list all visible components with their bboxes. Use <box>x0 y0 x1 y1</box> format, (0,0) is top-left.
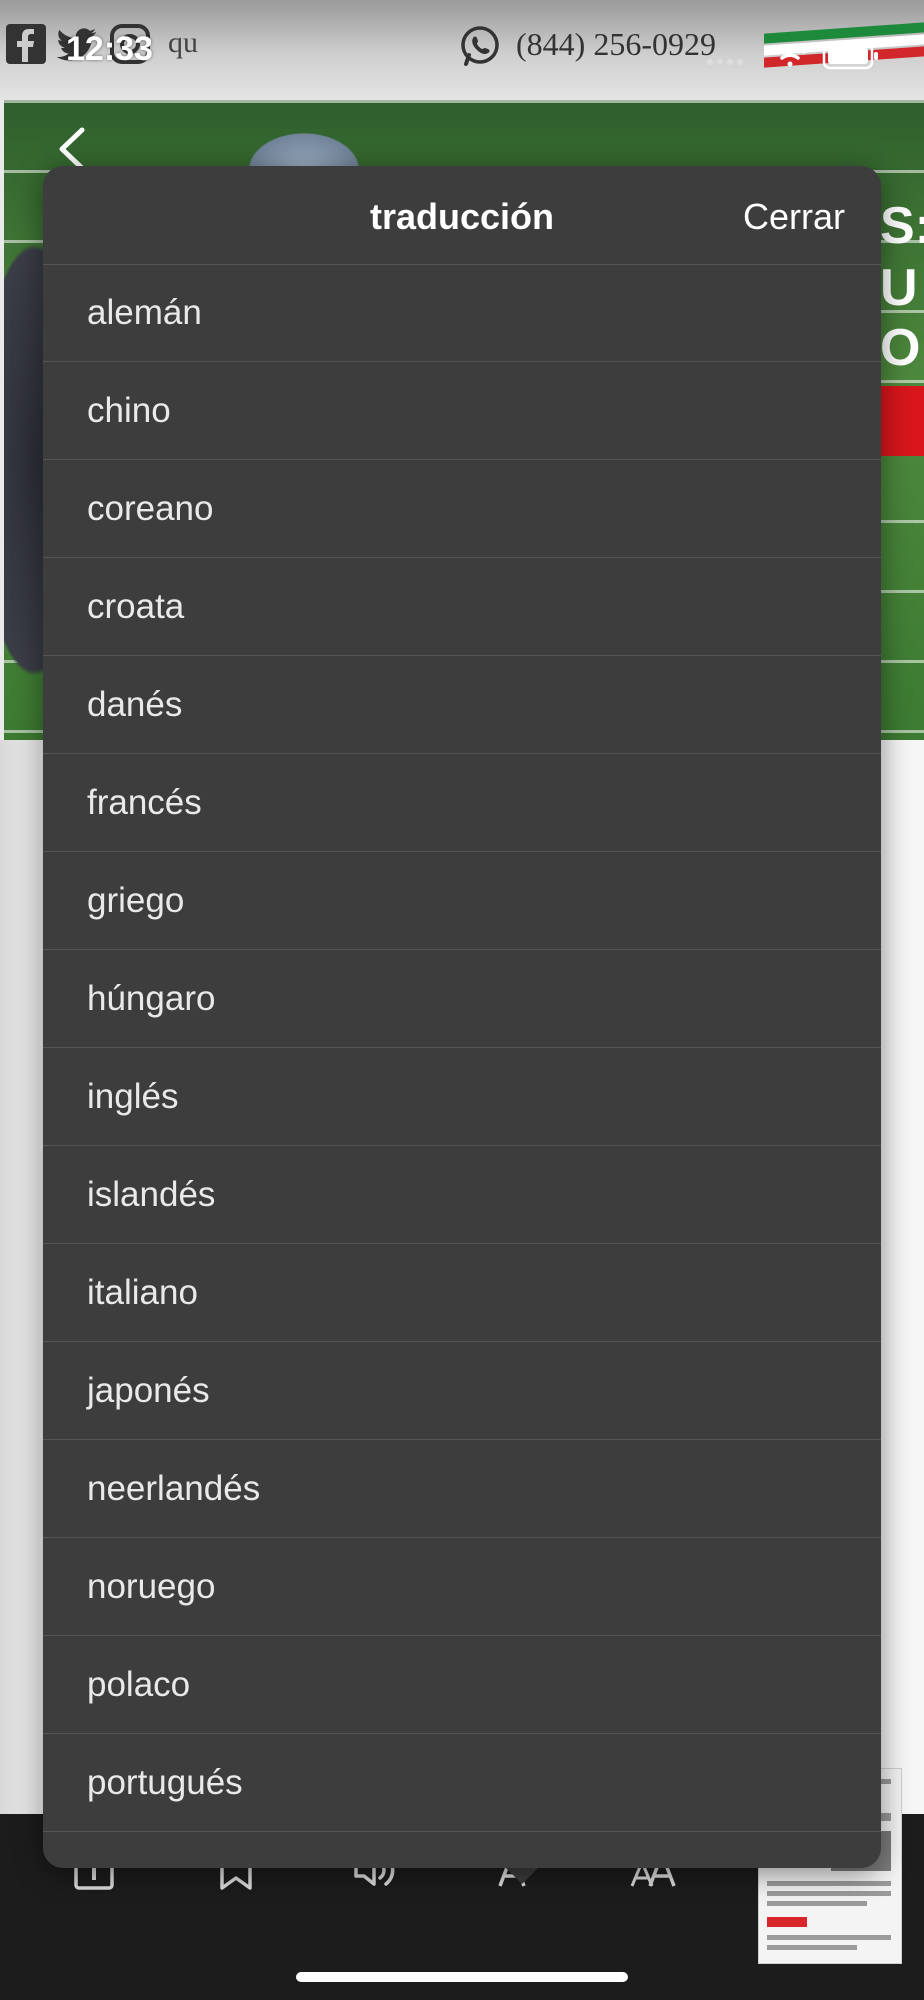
page-edge-shadow <box>0 740 40 1814</box>
hero-red-badge <box>880 386 924 456</box>
language-label: danés <box>87 684 183 724</box>
language-label: islandés <box>87 1174 216 1214</box>
hero-text-fragment: U <box>880 259 918 317</box>
language-list: alemán chino coreano croata danés francé… <box>43 264 881 1832</box>
language-item[interactable]: húngaro <box>43 950 881 1048</box>
language-item[interactable]: francés <box>43 754 881 852</box>
wifi-icon <box>774 45 806 67</box>
language-item[interactable]: griego <box>43 852 881 950</box>
language-item[interactable]: islandés <box>43 1146 881 1244</box>
language-label: noruego <box>87 1566 216 1606</box>
battery-icon <box>822 42 878 70</box>
status-time: 12:33 <box>66 30 153 68</box>
language-label: polaco <box>87 1664 191 1704</box>
language-item[interactable]: neerlandés <box>43 1440 881 1538</box>
hero-text-fragment: S: <box>880 197 924 255</box>
language-label: inglés <box>87 1076 179 1116</box>
close-button[interactable]: Cerrar <box>743 196 845 238</box>
language-label: portugués <box>87 1762 243 1802</box>
facebook-icon[interactable] <box>4 22 48 66</box>
language-label: chino <box>87 390 171 430</box>
phone-number[interactable]: (844) 256-0929 <box>516 26 716 63</box>
language-item[interactable]: croata <box>43 558 881 656</box>
hero-text-fragment: O <box>880 319 921 377</box>
language-item[interactable]: japonés <box>43 1342 881 1440</box>
status-icons <box>707 42 878 70</box>
language-label: alemán <box>87 292 202 332</box>
language-item[interactable]: polaco <box>43 1636 881 1734</box>
language-item[interactable]: alemán <box>43 264 881 362</box>
language-label: croata <box>87 586 185 626</box>
language-item[interactable]: danés <box>43 656 881 754</box>
home-indicator[interactable] <box>296 1972 628 1982</box>
translation-popover: traducción Cerrar alemán chino coreano c… <box>43 166 881 1868</box>
language-label: japonés <box>87 1370 210 1410</box>
language-label: neerlandés <box>87 1468 261 1508</box>
language-label: húngaro <box>87 978 216 1018</box>
language-label: francés <box>87 782 202 822</box>
language-label: coreano <box>87 488 214 528</box>
language-item[interactable]: noruego <box>43 1538 881 1636</box>
language-item[interactable]: coreano <box>43 460 881 558</box>
popover-header: traducción Cerrar <box>43 166 881 265</box>
language-item[interactable]: chino <box>43 362 881 460</box>
language-item[interactable]: italiano <box>43 1244 881 1342</box>
signal-icon <box>707 59 743 65</box>
language-item[interactable]: portugués <box>43 1734 881 1832</box>
language-label: italiano <box>87 1272 198 1312</box>
language-label: griego <box>87 880 185 920</box>
language-item[interactable]: inglés <box>43 1048 881 1146</box>
site-url[interactable]: qu <box>168 26 198 60</box>
whatsapp-icon[interactable] <box>458 24 502 68</box>
